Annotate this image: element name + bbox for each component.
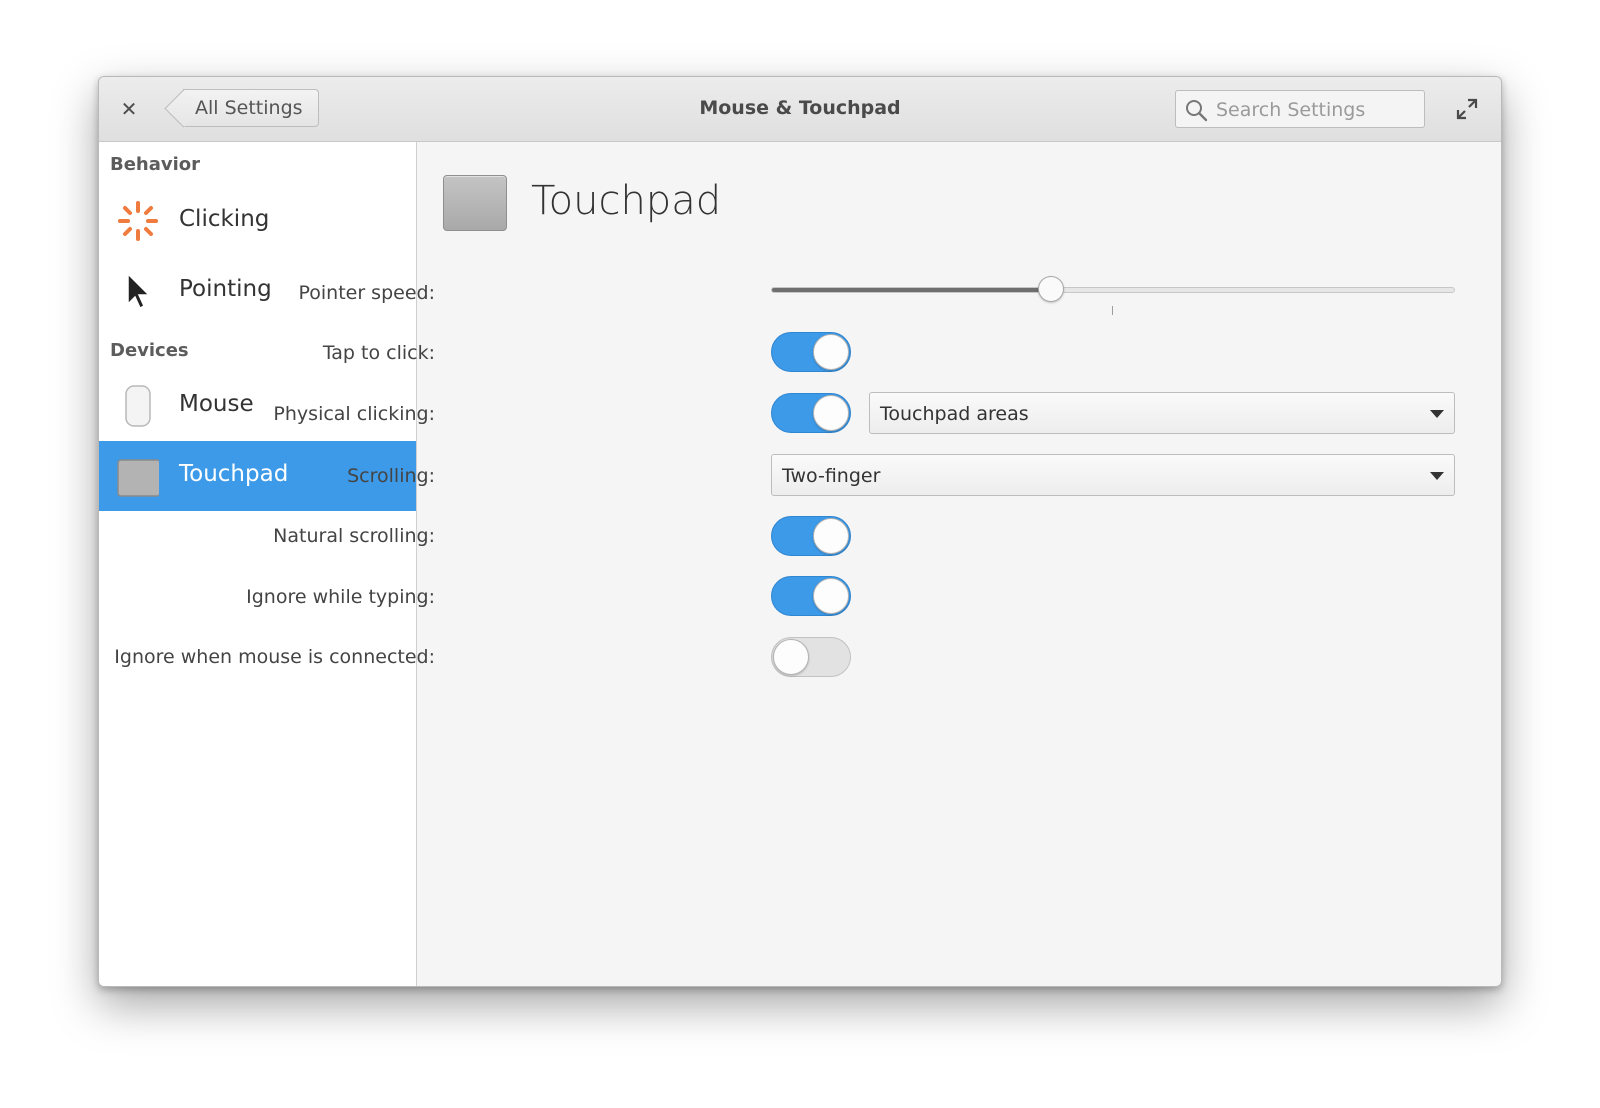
- sidebar-item-label: Pointing: [179, 276, 272, 302]
- ignore-while-typing-switch[interactable]: [771, 576, 851, 616]
- back-button-label: All Settings: [195, 97, 303, 119]
- sidebar: Behavior Clicking Pointing Devices Mouse…: [99, 142, 417, 986]
- dropdown-value: Touchpad areas: [880, 403, 1029, 425]
- sidebar-item-clicking[interactable]: Clicking: [99, 186, 416, 256]
- tap-to-click-switch[interactable]: [771, 332, 851, 372]
- switch-knob: [773, 639, 809, 675]
- ignore-mouse-connected-switch[interactable]: [771, 637, 851, 677]
- pointer-icon: [127, 272, 151, 310]
- ignore-mouse-connected-label: Ignore when mouse is connected:: [114, 646, 435, 668]
- chevron-down-icon: [1430, 410, 1444, 418]
- settings-window: ✕ All Settings Mouse & Touchpad Search S…: [98, 76, 1502, 987]
- switch-knob: [813, 334, 849, 370]
- scrolling-dropdown[interactable]: Two-finger: [771, 454, 1455, 496]
- sidebar-item-label: Touchpad: [179, 461, 289, 487]
- search-settings-field[interactable]: Search Settings: [1175, 90, 1425, 128]
- mouse-icon: [125, 385, 151, 427]
- sidebar-item-label: Clicking: [179, 206, 270, 232]
- maximize-icon[interactable]: [1455, 97, 1479, 121]
- touchpad-icon: [443, 175, 507, 231]
- slider-default-mark: [1112, 306, 1113, 315]
- touchpad-settings-panel: Touchpad Pointer speed: Tap to click: Ph…: [114, 142, 1501, 986]
- tap-to-click-label: Tap to click:: [322, 342, 435, 364]
- all-settings-back-button[interactable]: All Settings: [183, 89, 319, 127]
- chevron-down-icon: [1430, 472, 1444, 480]
- switch-knob: [813, 578, 849, 614]
- section-behavior: Behavior: [110, 154, 201, 175]
- physical-clicking-dropdown[interactable]: Touchpad areas: [869, 392, 1455, 434]
- natural-scrolling-label: Natural scrolling:: [273, 525, 435, 547]
- switch-knob: [813, 395, 849, 431]
- search-icon: [1186, 100, 1208, 122]
- scrolling-label: Scrolling:: [347, 465, 435, 487]
- physical-clicking-switch[interactable]: [771, 393, 851, 433]
- clicking-icon: [118, 201, 158, 241]
- switch-knob: [813, 518, 849, 554]
- slider-handle[interactable]: [1038, 276, 1065, 302]
- search-placeholder: Search Settings: [1216, 99, 1366, 121]
- natural-scrolling-switch[interactable]: [771, 516, 851, 556]
- header-bar: ✕ All Settings Mouse & Touchpad Search S…: [99, 77, 1501, 142]
- page-title: Touchpad: [531, 178, 722, 224]
- touchpad-icon: [117, 459, 159, 497]
- dropdown-value: Two-finger: [782, 465, 881, 487]
- section-devices: Devices: [110, 340, 189, 361]
- slider-fill: [772, 288, 1053, 292]
- ignore-while-typing-label: Ignore while typing:: [246, 586, 435, 608]
- physical-clicking-label: Physical clicking:: [273, 403, 435, 425]
- sidebar-item-label: Mouse: [179, 391, 254, 417]
- pointer-speed-slider[interactable]: [771, 287, 1455, 293]
- pointer-speed-label: Pointer speed:: [298, 282, 435, 304]
